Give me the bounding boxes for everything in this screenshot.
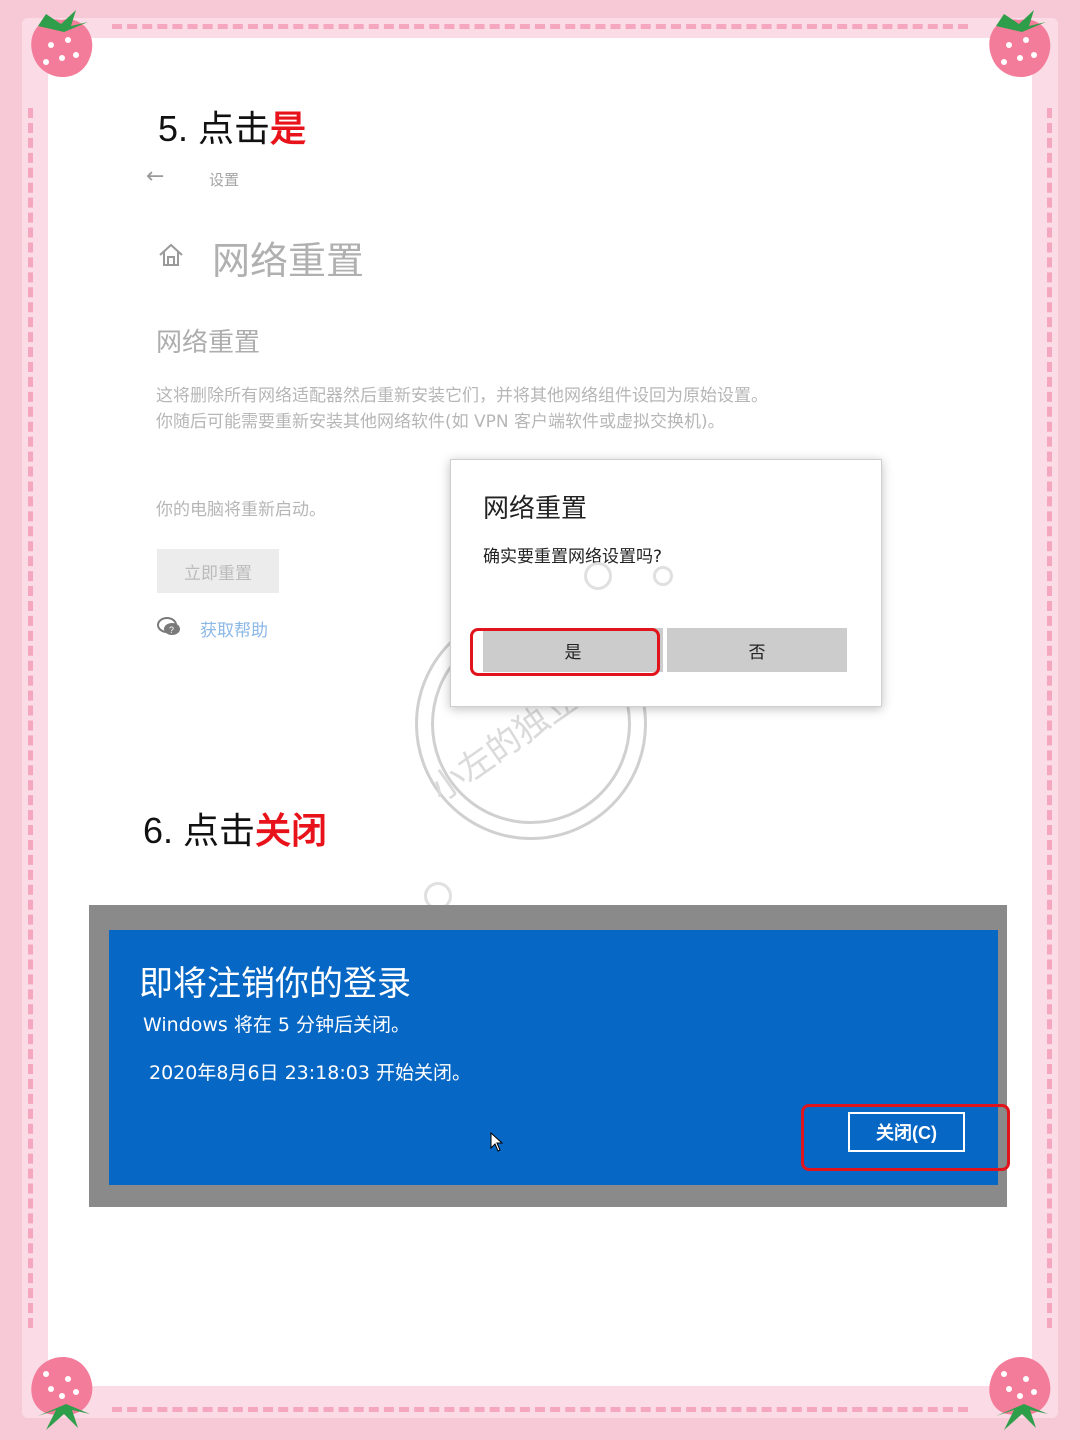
close-button-highlight <box>801 1104 1010 1171</box>
get-help-link[interactable]: 获取帮助 <box>200 616 268 641</box>
decor-circle <box>653 566 673 586</box>
mouse-cursor-icon <box>490 1132 504 1152</box>
restart-note: 你的电脑将重新启动。 <box>156 500 326 520</box>
frame-dash-right <box>1047 108 1052 1328</box>
strawberry-icon <box>31 10 93 78</box>
help-chat-icon: ? <box>157 617 180 635</box>
dialog-message: 确实要重置网络设置吗? <box>483 547 663 567</box>
section-title: 网络重置 <box>156 328 261 358</box>
strawberry-icon <box>31 1356 93 1430</box>
logoff-subtitle: Windows 将在 5 分钟后关闭。 <box>143 1014 411 1036</box>
reset-now-button[interactable]: 立即重置 <box>157 549 279 593</box>
step-6-heading: 6. 点击关闭 <box>143 802 327 854</box>
step-5-highlight: 是 <box>270 108 307 149</box>
logoff-time: 2020年8月6日 23:18:03 开始关闭。 <box>149 1062 471 1084</box>
breadcrumb: 设置 <box>209 171 240 189</box>
frame-dash-top <box>112 24 968 29</box>
step-6-highlight: 关闭 <box>255 810 328 851</box>
svg-text:?: ? <box>169 625 174 635</box>
yes-button-highlight <box>470 628 660 676</box>
page-title: 网络重置 <box>212 239 365 283</box>
frame-dash-left <box>28 108 33 1328</box>
logoff-title: 即将注销你的登录 <box>139 964 411 1004</box>
decor-circle <box>584 562 612 590</box>
dialog-title: 网络重置 <box>483 494 588 524</box>
back-arrow-icon[interactable]: ← <box>146 164 164 189</box>
frame-dash-bottom <box>112 1407 968 1412</box>
step-5-prefix: 5. 点击 <box>158 108 271 149</box>
step-6-prefix: 6. 点击 <box>143 810 256 851</box>
home-icon[interactable] <box>156 240 186 270</box>
reset-description: 这将删除所有网络适配器然后重新安装它们，并将其他网络组件设回为原始设置。你随后可… <box>156 386 768 432</box>
no-button[interactable]: 否 <box>667 628 847 672</box>
strawberry-icon <box>989 10 1051 78</box>
strawberry-icon <box>989 1356 1051 1430</box>
step-5-heading: 5. 点击是 <box>158 100 306 152</box>
